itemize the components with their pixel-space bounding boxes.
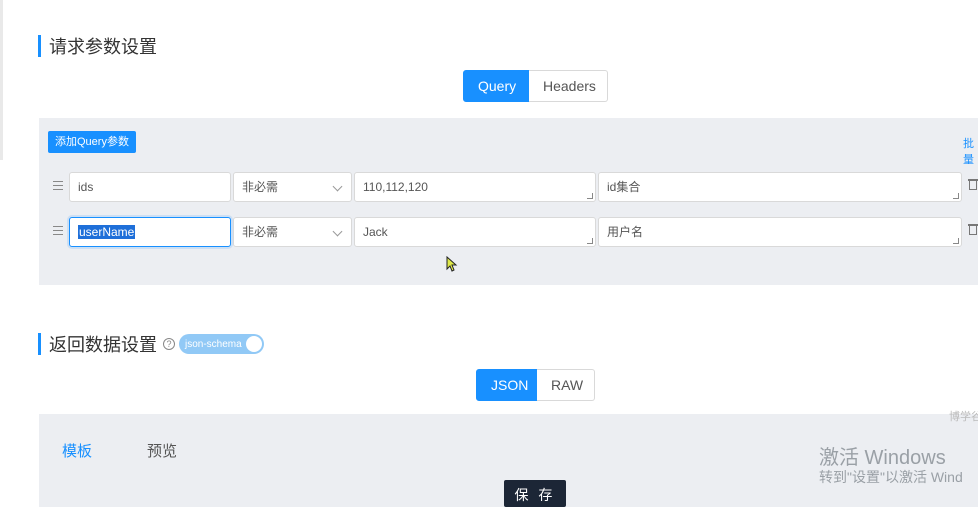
resize-handle-icon[interactable] xyxy=(587,193,593,199)
json-schema-switch[interactable]: json-schema xyxy=(179,334,264,354)
param-name-input[interactable]: userName xyxy=(69,217,231,247)
required-select-value: 非必需 xyxy=(242,180,279,194)
add-query-param-button[interactable]: 添加Query参数 xyxy=(48,131,136,153)
description-value: 用户名 xyxy=(607,225,644,239)
example-value: 110,112,120 xyxy=(363,180,428,194)
request-tabs: Query Headers xyxy=(463,70,608,102)
activate-windows-subtitle: 转到"设置"以激活 Wind xyxy=(819,469,963,485)
param-required-select[interactable]: 非必需 xyxy=(233,172,352,202)
chevron-down-icon xyxy=(332,226,343,237)
response-section-title: 返回数据设置 ? json-schema xyxy=(38,331,264,357)
param-required-select[interactable]: 非必需 xyxy=(233,217,352,247)
request-section-title: 请求参数设置 xyxy=(38,33,157,59)
save-button[interactable]: 保 存 xyxy=(504,480,566,507)
subtab-template[interactable]: 模板 xyxy=(62,440,92,461)
resize-handle-icon[interactable] xyxy=(587,238,593,244)
description-value: id集合 xyxy=(607,180,641,194)
param-example-textarea[interactable]: 110,112,120 xyxy=(354,172,596,202)
tab-query[interactable]: Query xyxy=(463,70,529,102)
param-row: userName 非必需 Jack 用户名 xyxy=(0,217,978,247)
param-description-textarea[interactable]: id集合 xyxy=(598,172,962,202)
selected-text: userName xyxy=(78,225,136,239)
batch-add-link[interactable]: 批量 xyxy=(963,135,978,167)
resize-handle-icon[interactable] xyxy=(953,193,959,199)
activate-windows-title: 激活 Windows xyxy=(819,447,946,469)
example-value: Jack xyxy=(363,225,388,239)
title-accent-bar xyxy=(38,333,41,355)
param-example-textarea[interactable]: Jack xyxy=(354,217,596,247)
corner-watermark: 博学谷 xyxy=(949,411,978,423)
help-icon[interactable]: ? xyxy=(163,338,175,350)
api-editor: 请求参数设置 Query Headers 添加Query参数 批量 ids 非必… xyxy=(0,0,978,507)
param-description-textarea[interactable]: 用户名 xyxy=(598,217,962,247)
switch-knob xyxy=(245,336,262,352)
drag-handle-icon[interactable] xyxy=(53,226,65,238)
drag-handle-icon[interactable] xyxy=(53,181,65,193)
tab-raw[interactable]: RAW xyxy=(537,369,595,401)
delete-icon[interactable] xyxy=(968,179,978,191)
chevron-down-icon xyxy=(332,181,343,192)
tab-json[interactable]: JSON xyxy=(476,369,537,401)
subtab-preview[interactable]: 预览 xyxy=(147,440,177,461)
switch-label: json-schema xyxy=(185,338,242,350)
required-select-value: 非必需 xyxy=(242,225,279,239)
title-accent-bar xyxy=(38,35,41,57)
delete-icon[interactable] xyxy=(968,224,978,236)
param-name-input[interactable]: ids xyxy=(69,172,231,202)
response-tabs: JSON RAW xyxy=(476,369,595,401)
response-title-text: 返回数据设置 xyxy=(49,335,157,355)
resize-handle-icon[interactable] xyxy=(953,238,959,244)
tab-headers[interactable]: Headers xyxy=(529,70,608,102)
left-scroll-edge xyxy=(0,0,3,160)
param-row: ids 非必需 110,112,120 id集合 xyxy=(0,172,978,202)
request-title-text: 请求参数设置 xyxy=(49,37,157,57)
